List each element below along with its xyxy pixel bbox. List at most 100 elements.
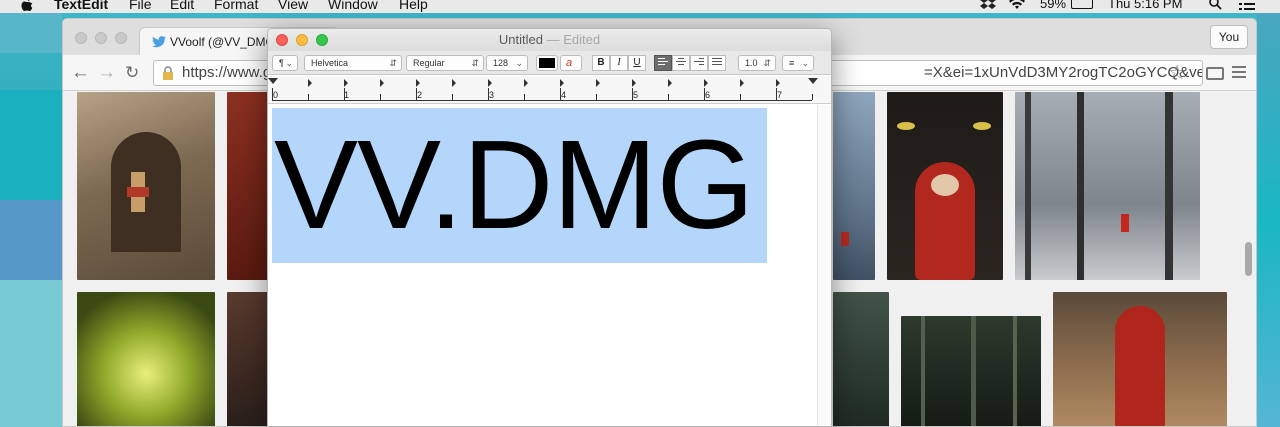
browser-minimize-button[interactable] <box>95 32 107 44</box>
menu-view[interactable]: View <box>278 0 308 12</box>
ruler[interactable]: 0 1 2 3 4 5 6 7 <box>268 76 831 104</box>
image-thumbnail[interactable] <box>77 92 215 280</box>
image-thumbnail[interactable] <box>833 292 889 426</box>
highlight-icon: a <box>566 57 573 69</box>
tab-stop-marker[interactable] <box>380 79 384 87</box>
document-area[interactable]: VV.DMG <box>268 105 831 426</box>
image-thumbnail[interactable] <box>901 316 1041 426</box>
minimize-button[interactable] <box>296 34 308 46</box>
desktop-background <box>0 90 62 200</box>
menu-edit[interactable]: Edit <box>170 0 194 12</box>
bookmark-star-icon[interactable]: ☆ <box>1168 63 1186 83</box>
image-thumbnail[interactable] <box>227 292 271 426</box>
image-thumbnail[interactable] <box>227 92 271 280</box>
tab-stop-marker[interactable] <box>308 79 312 87</box>
underline-button[interactable]: U <box>628 55 646 71</box>
menu-help[interactable]: Help <box>399 0 428 12</box>
align-left-button[interactable] <box>654 55 672 71</box>
tab-stop-marker[interactable] <box>668 79 672 87</box>
address-bar-url: https://www.g <box>182 64 272 81</box>
italic-button[interactable]: I <box>610 55 628 71</box>
battery-icon[interactable] <box>1071 0 1093 9</box>
format-bar: ¶ ⌄ Helvetica ⇵ Regular ⇵ 128 ⌄ a B I U 1.0 ⇵… <box>268 51 831 75</box>
forward-arrow-icon[interactable]: → <box>97 63 116 83</box>
align-justify-button[interactable] <box>708 55 726 71</box>
wifi-icon[interactable] <box>1008 0 1026 11</box>
tab-stop-marker[interactable] <box>632 79 636 87</box>
tab-stop-marker[interactable] <box>452 79 456 87</box>
tab-stop-marker[interactable] <box>416 79 420 87</box>
menu-clock[interactable]: Thu 5:16 PM <box>1108 0 1182 11</box>
reload-icon[interactable]: ↻ <box>125 63 139 83</box>
tab-stop-marker[interactable] <box>704 79 708 87</box>
ruler-tick <box>416 88 417 100</box>
desktop-background <box>0 200 62 280</box>
align-center-button[interactable] <box>672 55 690 71</box>
tab-stop-marker[interactable] <box>560 79 564 87</box>
tab-stop-marker[interactable] <box>596 79 600 87</box>
lock-warning-icon[interactable] <box>162 66 174 80</box>
apple-icon[interactable] <box>20 0 34 13</box>
tab-stop-marker[interactable] <box>488 79 492 87</box>
align-right-icon <box>691 58 707 65</box>
image-detail <box>1013 316 1017 426</box>
textedit-titlebar[interactable]: Untitled — Edited <box>268 29 831 51</box>
tab-stop-marker[interactable] <box>776 79 780 87</box>
line-spacing-popup[interactable]: 1.0 ⇵ <box>738 55 776 71</box>
menu-window[interactable]: Window <box>328 0 378 12</box>
chevron-updown-icon: ⇵ <box>471 58 479 68</box>
image-thumbnail[interactable] <box>1015 92 1200 280</box>
image-thumbnail[interactable] <box>77 292 215 426</box>
page-scrollbar[interactable] <box>1245 242 1252 276</box>
font-family-label: Helvetica <box>311 58 349 68</box>
font-family-popup[interactable]: Helvetica ⇵ <box>304 55 402 71</box>
address-bar-url-tail: =X&ei=1xUnVdD3MY2rogTC2oGYCQ&ved=0CAc… <box>924 64 1202 81</box>
image-thumbnail[interactable] <box>1053 292 1227 426</box>
menu-app-name[interactable]: TextEdit <box>54 0 108 12</box>
highlight-color-well[interactable]: a <box>560 55 582 71</box>
font-style-label: Regular <box>413 58 445 68</box>
menu-file[interactable]: File <box>129 0 152 12</box>
image-detail <box>1165 92 1173 280</box>
ruler-tick <box>344 88 345 100</box>
ruler-tick <box>632 88 633 100</box>
zoom-button[interactable] <box>316 34 328 46</box>
font-size-field[interactable]: 128 ⌄ <box>486 55 528 71</box>
profile-button[interactable]: You <box>1210 25 1248 49</box>
menu-bar: TextEdit File Edit Format View Window He… <box>0 0 1280 13</box>
left-indent-marker[interactable] <box>268 78 278 84</box>
menu-format[interactable]: Format <box>214 0 258 12</box>
browser-tab-title: VVoolf (@VV_DMG) <box>170 34 279 49</box>
document-text[interactable]: VV.DMG <box>274 111 754 259</box>
close-button[interactable] <box>276 34 288 46</box>
tab-stop-marker[interactable] <box>740 79 744 87</box>
ruler-tick <box>812 94 813 100</box>
dropbox-icon[interactable] <box>980 0 996 11</box>
image-thumbnail[interactable] <box>887 92 1003 280</box>
desktop-background <box>0 280 62 427</box>
line-spacing-value: 1.0 <box>745 58 758 68</box>
image-thumbnail[interactable] <box>833 92 875 280</box>
search-icon[interactable] <box>1209 0 1222 10</box>
paragraph-style-popup[interactable]: ¶ ⌄ <box>272 55 298 71</box>
menu-icon[interactable] <box>1232 66 1246 81</box>
list-style-popup[interactable]: ≡ ⌄ <box>782 55 814 71</box>
font-style-popup[interactable]: Regular ⇵ <box>406 55 484 71</box>
image-detail <box>1077 92 1084 280</box>
image-detail <box>841 232 849 246</box>
list-icon[interactable] <box>1239 0 1255 10</box>
browser-zoom-button[interactable] <box>115 32 127 44</box>
tab-stop-marker[interactable] <box>344 79 348 87</box>
align-right-button[interactable] <box>690 55 708 71</box>
chevron-updown-icon: ⇵ <box>389 58 397 68</box>
tab-stop-marker[interactable] <box>524 79 528 87</box>
browser-close-button[interactable] <box>75 32 87 44</box>
back-arrow-icon[interactable]: ← <box>71 63 90 83</box>
cast-icon[interactable] <box>1206 67 1224 80</box>
bold-button[interactable]: B <box>592 55 610 71</box>
align-justify-icon <box>709 58 725 65</box>
right-margin-marker[interactable] <box>808 78 818 84</box>
chevron-down-icon: ⌄ <box>515 58 523 68</box>
text-color-well[interactable] <box>536 55 558 71</box>
document-scrollbar[interactable] <box>817 105 831 426</box>
